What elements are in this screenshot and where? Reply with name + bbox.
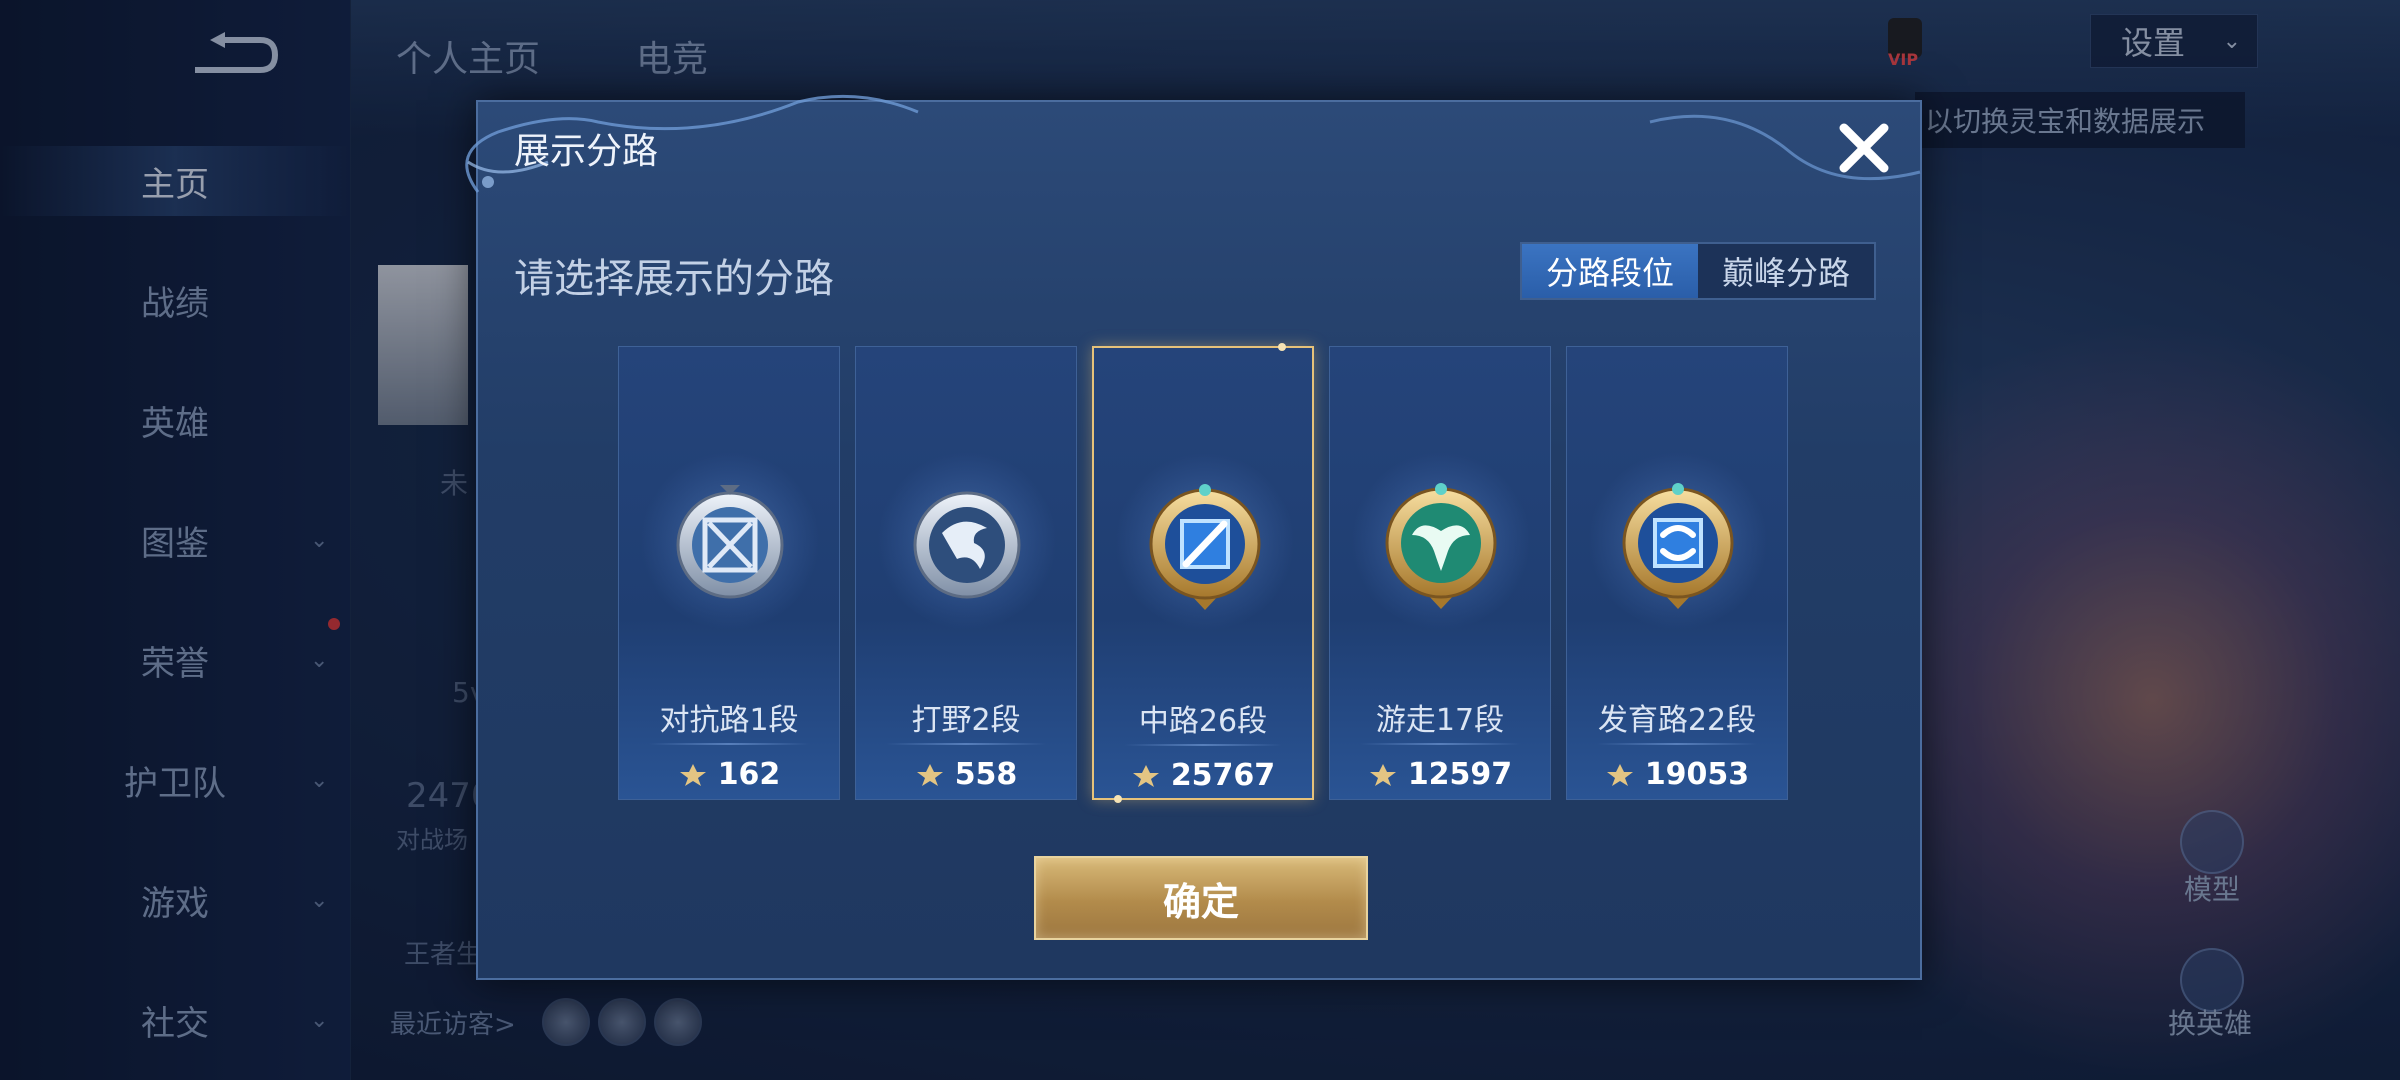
lane-label: 打野2段 [911,703,1021,738]
divider [1597,743,1757,745]
decorative-swirl-icon [1649,114,1921,181]
points-icon [1369,763,1396,786]
divider [1360,743,1520,745]
lane-card-clash[interactable]: 对抗路1段 162 [618,346,840,800]
corner-sparkle [1278,343,1286,351]
decorative-swirl-icon [465,94,919,193]
lane-card-roam[interactable]: 游走17段 12597 [1329,346,1551,800]
lane-card-list: 对抗路1段 162 打野2段 558 中路26段 25767 游走17段 125… [618,343,1788,803]
lane-card-farm[interactable]: 发育路22段 19053 [1566,346,1788,800]
close-icon [1839,123,1889,173]
lane-display-dialog: 展示分路 请选择展示的分路 分路段位 巅峰分路 对抗路1段 162 打野2段 5… [465,94,1922,980]
tab-peak-lane[interactable]: 巅峰分路 [1698,244,1874,298]
lane-label: 发育路22段 [1597,703,1757,738]
tab-lane-rank[interactable]: 分路段位 [1522,244,1698,298]
jungle-emblem-icon [902,473,1032,613]
lane-label: 对抗路1段 [659,703,799,738]
dialog-title: 展示分路 [514,131,659,172]
points-value: 19053 [1644,757,1750,792]
confirm-button[interactable]: 确定 [1034,856,1368,940]
points-value: 25767 [1170,758,1276,793]
lane-card-mid[interactable]: 中路26段 25767 [1092,343,1314,803]
divider [886,743,1046,745]
farm-lane-emblem-icon [1613,473,1743,613]
divider [1124,744,1282,746]
lane-card-jungle[interactable]: 打野2段 558 [855,346,1077,800]
points-icon [916,763,943,786]
points-icon [1606,763,1633,786]
points-value: 162 [717,757,781,792]
close-button[interactable] [1834,118,1894,178]
display-mode-toggle: 分路段位 巅峰分路 [1520,242,1876,300]
lane-points: 558 [856,757,1076,792]
lane-label: 中路26段 [1138,704,1268,739]
clash-lane-emblem-icon [665,473,795,613]
divider [649,743,809,745]
lane-points: 25767 [1094,758,1312,793]
lane-label: 游走17段 [1375,703,1505,738]
roam-emblem-icon [1376,473,1506,613]
dialog-subtitle: 请选择展示的分路 [514,256,834,302]
lane-points: 19053 [1567,757,1787,792]
points-value: 12597 [1407,757,1513,792]
lane-points: 12597 [1330,757,1550,792]
lane-points: 162 [619,757,839,792]
points-icon [1132,764,1159,787]
points-icon [679,763,706,786]
mid-lane-emblem-icon [1140,474,1270,614]
corner-sparkle [1114,795,1122,803]
points-value: 558 [954,757,1018,792]
